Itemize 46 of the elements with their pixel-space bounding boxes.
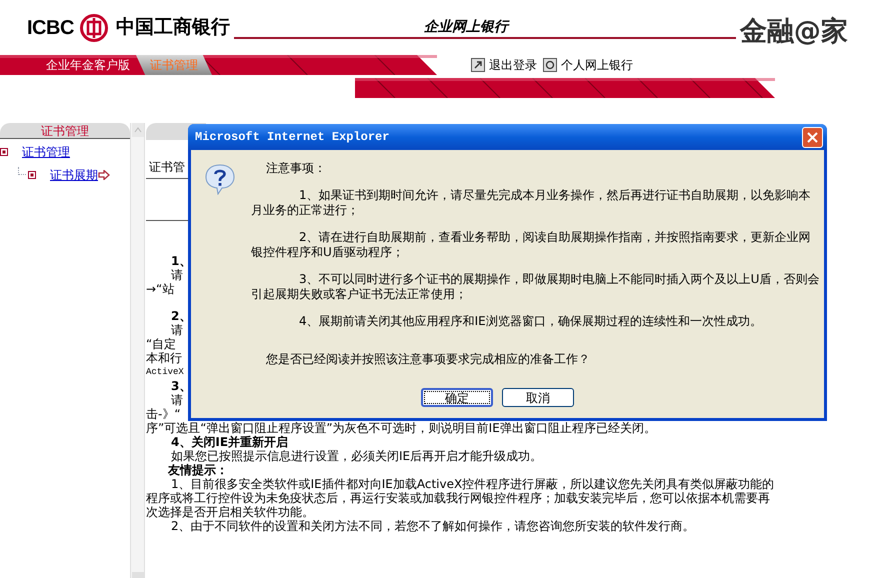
body-text: 请	[170, 268, 183, 282]
body-text: 次选择是否开启相关软件功能。	[146, 505, 314, 519]
note-text: 2、请在进行自助展期前，查看业务帮助，阅读自助展期操作指南，并按照指南要求，更新企业网银控件程序和U盾驱动程序；	[251, 230, 812, 260]
body-text: 序”可选且“弹出窗口阻止程序设置”为灰色不可选时，则说明目前IE弹出窗口阻止程序已经关闭。	[146, 421, 656, 435]
body-text: 程序或将工行控件设为未免疫状态后，再运行安装或加载我行网银控件程序；加载安装完毕后，您可以依据本机需要再	[146, 491, 770, 505]
exit-icon[interactable]	[471, 58, 485, 72]
note-text: 1、如果证书到期时间允许，请尽量先完成本月业务操作，然后再进行证书自助展期，以免影响本月业务的正常进行；	[251, 188, 812, 218]
slogan: 金融@家	[740, 18, 848, 45]
dialog-button[interactable]: 取消	[502, 388, 574, 407]
close-button[interactable]	[802, 126, 823, 148]
section-heading: 友情提示：	[166, 463, 228, 477]
note-text: 4、展期前请关闭其他应用程序和IE浏览器窗口，确保展期过程的连续性和一次性成功。	[298, 314, 763, 329]
top-link[interactable]: 个人网上银行	[561, 56, 633, 74]
section-heading: 3、	[170, 379, 192, 393]
body-text: ActiveX	[146, 366, 184, 379]
body-text: 如果您已按照提示信息进行设置，必须关闭IE后再开启才能升级成功。	[170, 449, 542, 463]
dialog-button[interactable]: 确定	[421, 388, 493, 407]
body-text: 请	[170, 323, 183, 337]
tree-link[interactable]: 证书展期	[50, 166, 98, 184]
tree-link[interactable]: 证书管理	[22, 142, 70, 160]
notes-title: 注意事项：	[266, 161, 326, 176]
body-text: 击-》“	[146, 407, 181, 421]
nav-tab[interactable]: 企业年金客户版	[40, 55, 136, 75]
logo-text: ICBC	[27, 18, 74, 38]
question-icon	[204, 163, 236, 195]
content-heading: 证书管	[149, 160, 185, 174]
close-icon[interactable]	[807, 132, 818, 142]
body-text: 1、目前很多安全类软件或IE插件都对向IE加载ActiveX控件程序进行屏蔽，所以建议您先关闭具有类似屏蔽功能的	[170, 477, 774, 491]
body-text: 请	[170, 393, 183, 407]
square-bullet-icon	[28, 170, 36, 178]
body-text: 本和行	[146, 351, 182, 365]
top-link[interactable]: 退出登录	[489, 56, 537, 74]
section-heading: 1、	[170, 254, 192, 268]
bank-name: 中国工商银行	[116, 18, 230, 37]
dialog-title: Microsoft Internet Explorer	[195, 129, 390, 146]
sidebar-header: 证书管理	[0, 123, 130, 139]
body-text: →“站	[146, 282, 174, 296]
body-text: 2、由于不同软件的设置和关闭方法不同，若您不了解如何操作，请您咨询您所安装的软件发行商。	[170, 519, 695, 533]
section-heading: 4、关闭IE并重新开启	[170, 435, 288, 449]
confirm-question: 您是否已经阅读并按照该注意事项要求完成相应的准备工作？	[266, 352, 590, 367]
bank-emblem-icon	[80, 14, 108, 42]
section-heading: 2、	[170, 309, 192, 323]
note-text: 3、不可以同时进行多个证书的展期操作，即做展期时电脑上不能同时插入两个及以上U盾，否则会引起展期失败或客户证书无法正常使用；	[251, 272, 820, 302]
body-text: “自定	[146, 337, 176, 351]
arrow-right-icon	[98, 170, 110, 180]
subtitle: 企业网上银行	[424, 20, 508, 34]
